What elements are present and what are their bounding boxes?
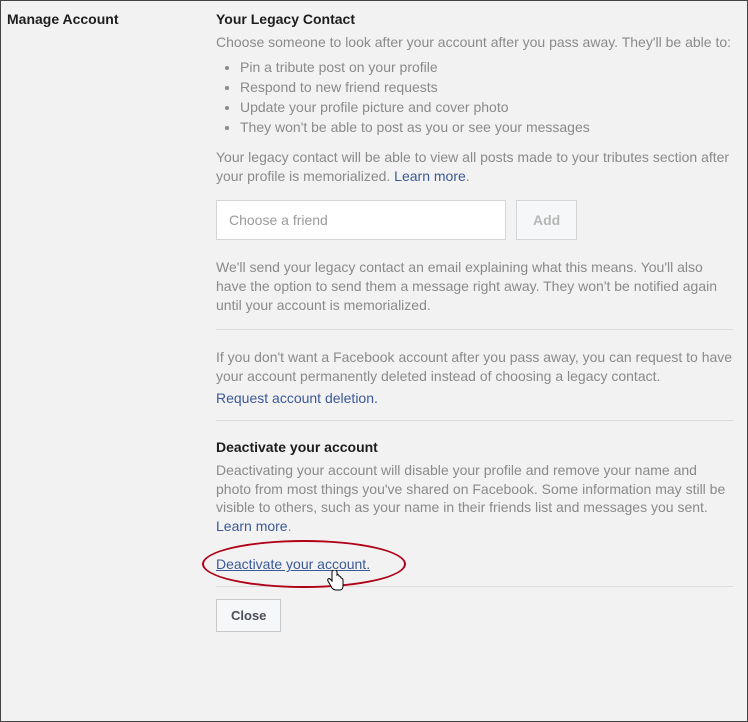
legacy-bullets: Pin a tribute post on your profile Respo… (216, 58, 733, 137)
choose-friend-input[interactable] (216, 200, 506, 240)
left-nav: Manage Account (1, 1, 216, 721)
cursor-pointer-icon (326, 570, 346, 594)
content-area: Your Legacy Contact Choose someone to lo… (216, 1, 747, 721)
add-button[interactable]: Add (516, 200, 577, 240)
divider (216, 586, 733, 587)
divider (216, 420, 733, 421)
request-deletion-link[interactable]: Request account deletion. (216, 390, 378, 406)
learn-more-link-deactivate[interactable]: Learn more (216, 518, 288, 534)
settings-panel: Manage Account Your Legacy Contact Choos… (0, 0, 748, 722)
deactivate-desc-text: Deactivating your account will disable y… (216, 462, 725, 516)
memorialized-text: Your legacy contact will be able to view… (216, 149, 729, 184)
deactivate-link-wrapper: Deactivate your account. (216, 556, 370, 572)
deactivate-account-link[interactable]: Deactivate your account. (216, 556, 370, 572)
legacy-bullet: Update your profile picture and cover ph… (240, 98, 733, 117)
divider (216, 329, 733, 330)
legacy-bullet: Respond to new friend requests (240, 78, 733, 97)
deactivate-title: Deactivate your account (216, 439, 733, 455)
choose-friend-row: Add (216, 200, 733, 240)
legacy-bullet: They won't be able to post as you or see… (240, 118, 733, 137)
deactivate-desc: Deactivating your account will disable y… (216, 461, 733, 537)
nav-manage-account[interactable]: Manage Account (7, 11, 216, 27)
learn-more-link-legacy[interactable]: Learn more (394, 168, 466, 184)
legacy-intro-text: Choose someone to look after your accoun… (216, 33, 733, 52)
memorialized-note: Your legacy contact will be able to view… (216, 148, 733, 186)
legacy-bullet: Pin a tribute post on your profile (240, 58, 733, 77)
email-note: We'll send your legacy contact an email … (216, 258, 733, 315)
deletion-intro: If you don't want a Facebook account aft… (216, 348, 733, 386)
close-button[interactable]: Close (216, 599, 281, 632)
legacy-contact-title: Your Legacy Contact (216, 11, 733, 27)
